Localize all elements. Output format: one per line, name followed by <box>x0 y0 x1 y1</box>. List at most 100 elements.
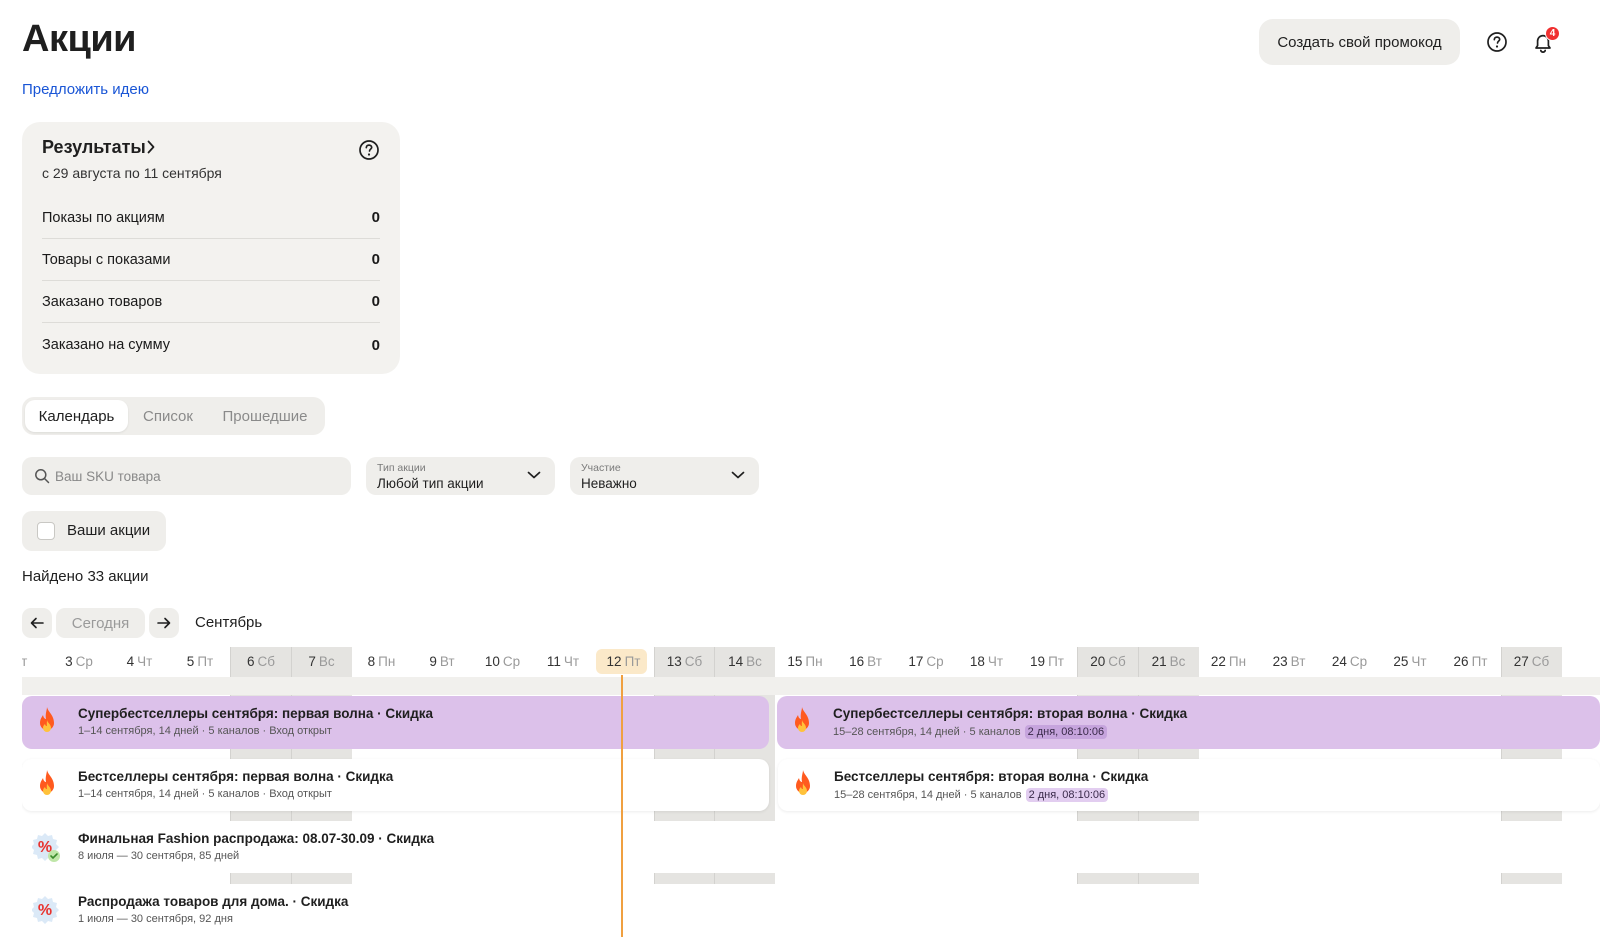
day-number: 4 <box>126 653 135 669</box>
chevron-down-icon <box>527 471 541 479</box>
day-of-week: Сб <box>1108 653 1126 669</box>
day-number: 24 <box>1331 653 1347 669</box>
current-month: Сентябрь <box>195 614 263 631</box>
promo-event[interactable]: % Финальная Fashion распродажа: 08.07-30… <box>22 821 1600 873</box>
day-of-week: Пт <box>1471 653 1488 669</box>
day-number: 11 <box>546 653 561 669</box>
calendar-day-header: 24 Ср <box>1319 647 1380 675</box>
svg-text:%: % <box>38 902 52 919</box>
promo-event[interactable]: Бестселлеры сентября: вторая волна · Ски… <box>778 759 1600 811</box>
day-number: 9 <box>429 653 437 669</box>
day-of-week: Чт <box>987 653 1004 669</box>
today-marker-line <box>621 675 623 937</box>
promo-event-meta: 15–28 сентября, 14 дней · 5 каналов <box>834 789 1022 801</box>
day-of-week: Вт <box>22 653 28 669</box>
promo-event[interactable]: Бестселлеры сентября: первая волна · Ски… <box>22 759 769 811</box>
calendar-day-header: 13 Сб <box>655 647 715 675</box>
day-number: 8 <box>367 653 376 669</box>
day-of-week: Чт <box>1411 653 1427 669</box>
next-button[interactable] <box>149 608 179 638</box>
day-of-week: Ср <box>502 653 521 669</box>
day-number: 3 <box>65 653 73 669</box>
promo-event[interactable]: Супербестселлеры сентября: первая волна … <box>22 696 769 749</box>
calendar-day-header: 22 Пн <box>1198 647 1259 675</box>
day-number: 14 <box>728 653 744 669</box>
create-promocode-button[interactable]: Создать свой промокод <box>1259 19 1460 65</box>
fire-icon <box>40 707 54 732</box>
chevron-down-icon <box>731 471 745 479</box>
calendar-day-header: 9 Вт <box>412 647 473 675</box>
page-title: Акции <box>22 18 137 60</box>
day-number: 17 <box>908 653 924 669</box>
calendar-day-header: 23 Вт <box>1259 647 1320 675</box>
day-of-week: Пт <box>1048 653 1064 669</box>
promo-event-title: Бестселлеры сентября: первая волна · Ски… <box>78 769 394 784</box>
day-of-week: Вт <box>1290 653 1306 669</box>
your-promos-checkbox[interactable] <box>37 522 55 540</box>
calendar-day-header: 18 Чт <box>956 647 1017 675</box>
suggest-idea-link[interactable]: Предложить идею <box>22 81 149 98</box>
calendar-day-header: 5 Пт <box>170 647 231 675</box>
sku-search-input[interactable] <box>55 460 345 492</box>
day-number: 12 <box>606 653 622 669</box>
calendar-day-header: 26 Пт <box>1440 647 1501 675</box>
day-of-week: Пн <box>805 653 823 669</box>
promo-event-details: 1–14 сентября, 14 дней · 5 каналов · Вхо… <box>78 788 332 800</box>
promo-event-details: 1 июля — 30 сентября, 92 дня <box>78 913 233 925</box>
arrow-right-icon <box>157 617 171 629</box>
promo-event[interactable]: % Распродажа товаров для дома. · Скидка … <box>22 884 1600 937</box>
tab-list[interactable]: Список <box>132 400 204 432</box>
help-icon[interactable] <box>358 139 380 161</box>
calendar-day-header: 11 Чт <box>533 647 594 675</box>
day-number: 21 <box>1151 653 1167 669</box>
tab-calendar[interactable]: Календарь <box>25 400 128 432</box>
promo-event-title: Финальная Fashion распродажа: 08.07-30.0… <box>78 831 435 846</box>
promo-event-meta: 1–14 сентября, 14 дней · 5 каналов · Вхо… <box>78 788 332 800</box>
day-of-week: Сб <box>1531 653 1550 669</box>
calendar-day-header: 19 Пт <box>1017 647 1078 675</box>
notifications-badge: 4 <box>1545 26 1560 41</box>
results-period: с 29 августа по 11 сентября <box>42 165 222 181</box>
day-number: 10 <box>484 653 500 669</box>
chevron-right-icon[interactable] <box>146 139 156 155</box>
your-promos-toggle[interactable]: Ваши акции <box>22 511 166 551</box>
promo-event-title: Супербестселлеры сентября: первая волна … <box>78 706 434 721</box>
calendar-lane <box>22 677 1600 695</box>
promo-event-title: Супербестселлеры сентября: вторая волна … <box>833 706 1188 721</box>
fire-icon <box>795 707 809 732</box>
results-card: Результаты с 29 августа по 11 сентября П… <box>22 122 400 374</box>
results-title[interactable]: Результаты <box>42 137 146 158</box>
day-of-week: Пн <box>1228 653 1247 669</box>
day-number: 25 <box>1393 653 1409 669</box>
calendar-day-header: 25 Чт <box>1380 647 1441 675</box>
stat-value: 0 <box>371 336 380 354</box>
day-number: 15 <box>787 653 803 669</box>
prev-button[interactable] <box>22 608 52 638</box>
help-icon[interactable] <box>1486 31 1508 53</box>
select-label: Тип акции <box>377 462 426 474</box>
calendar-day-header: 16 Вт <box>835 647 896 675</box>
view-tabs: Календарь Список Прошедшие <box>22 397 325 435</box>
discount-icon: % <box>32 896 59 924</box>
calendar-day-header: 14 Вс <box>715 647 775 675</box>
promo-event[interactable]: Супербестселлеры сентября: вторая волна … <box>777 696 1600 749</box>
stat-label: Товары с показами <box>42 251 171 268</box>
promo-event-meta: 1–14 сентября, 14 дней · 5 каналов · Вхо… <box>78 725 332 737</box>
promo-calendar: Вт3Ср4Чт5Пт6Сб7Вс8Пн9Вт10Ср11Чт12Пт13Сб1… <box>22 647 1600 937</box>
day-number: 18 <box>969 653 985 669</box>
day-number: 19 <box>1030 653 1046 669</box>
calendar-day-header: 10 Ср <box>472 647 533 675</box>
today-button[interactable]: Сегодня <box>56 608 145 638</box>
participation-select[interactable]: Участие Неважно <box>570 457 759 495</box>
calendar-day-header: 3 Ср <box>49 647 110 675</box>
day-of-week: Ср <box>926 653 944 669</box>
stat-row: Показы по акциям 0 <box>42 197 380 239</box>
promo-type-select[interactable]: Тип акции Любой тип акции <box>366 457 555 495</box>
select-value: Неважно <box>581 476 637 491</box>
day-of-week: Вс <box>1169 653 1186 669</box>
day-number: 7 <box>308 653 316 669</box>
your-promos-label: Ваши акции <box>67 522 151 539</box>
tab-past[interactable]: Прошедшие <box>208 400 322 432</box>
promo-event-details: 1–14 сентября, 14 дней · 5 каналов · Вхо… <box>78 725 332 737</box>
calendar-day-header: Вт <box>22 647 49 675</box>
